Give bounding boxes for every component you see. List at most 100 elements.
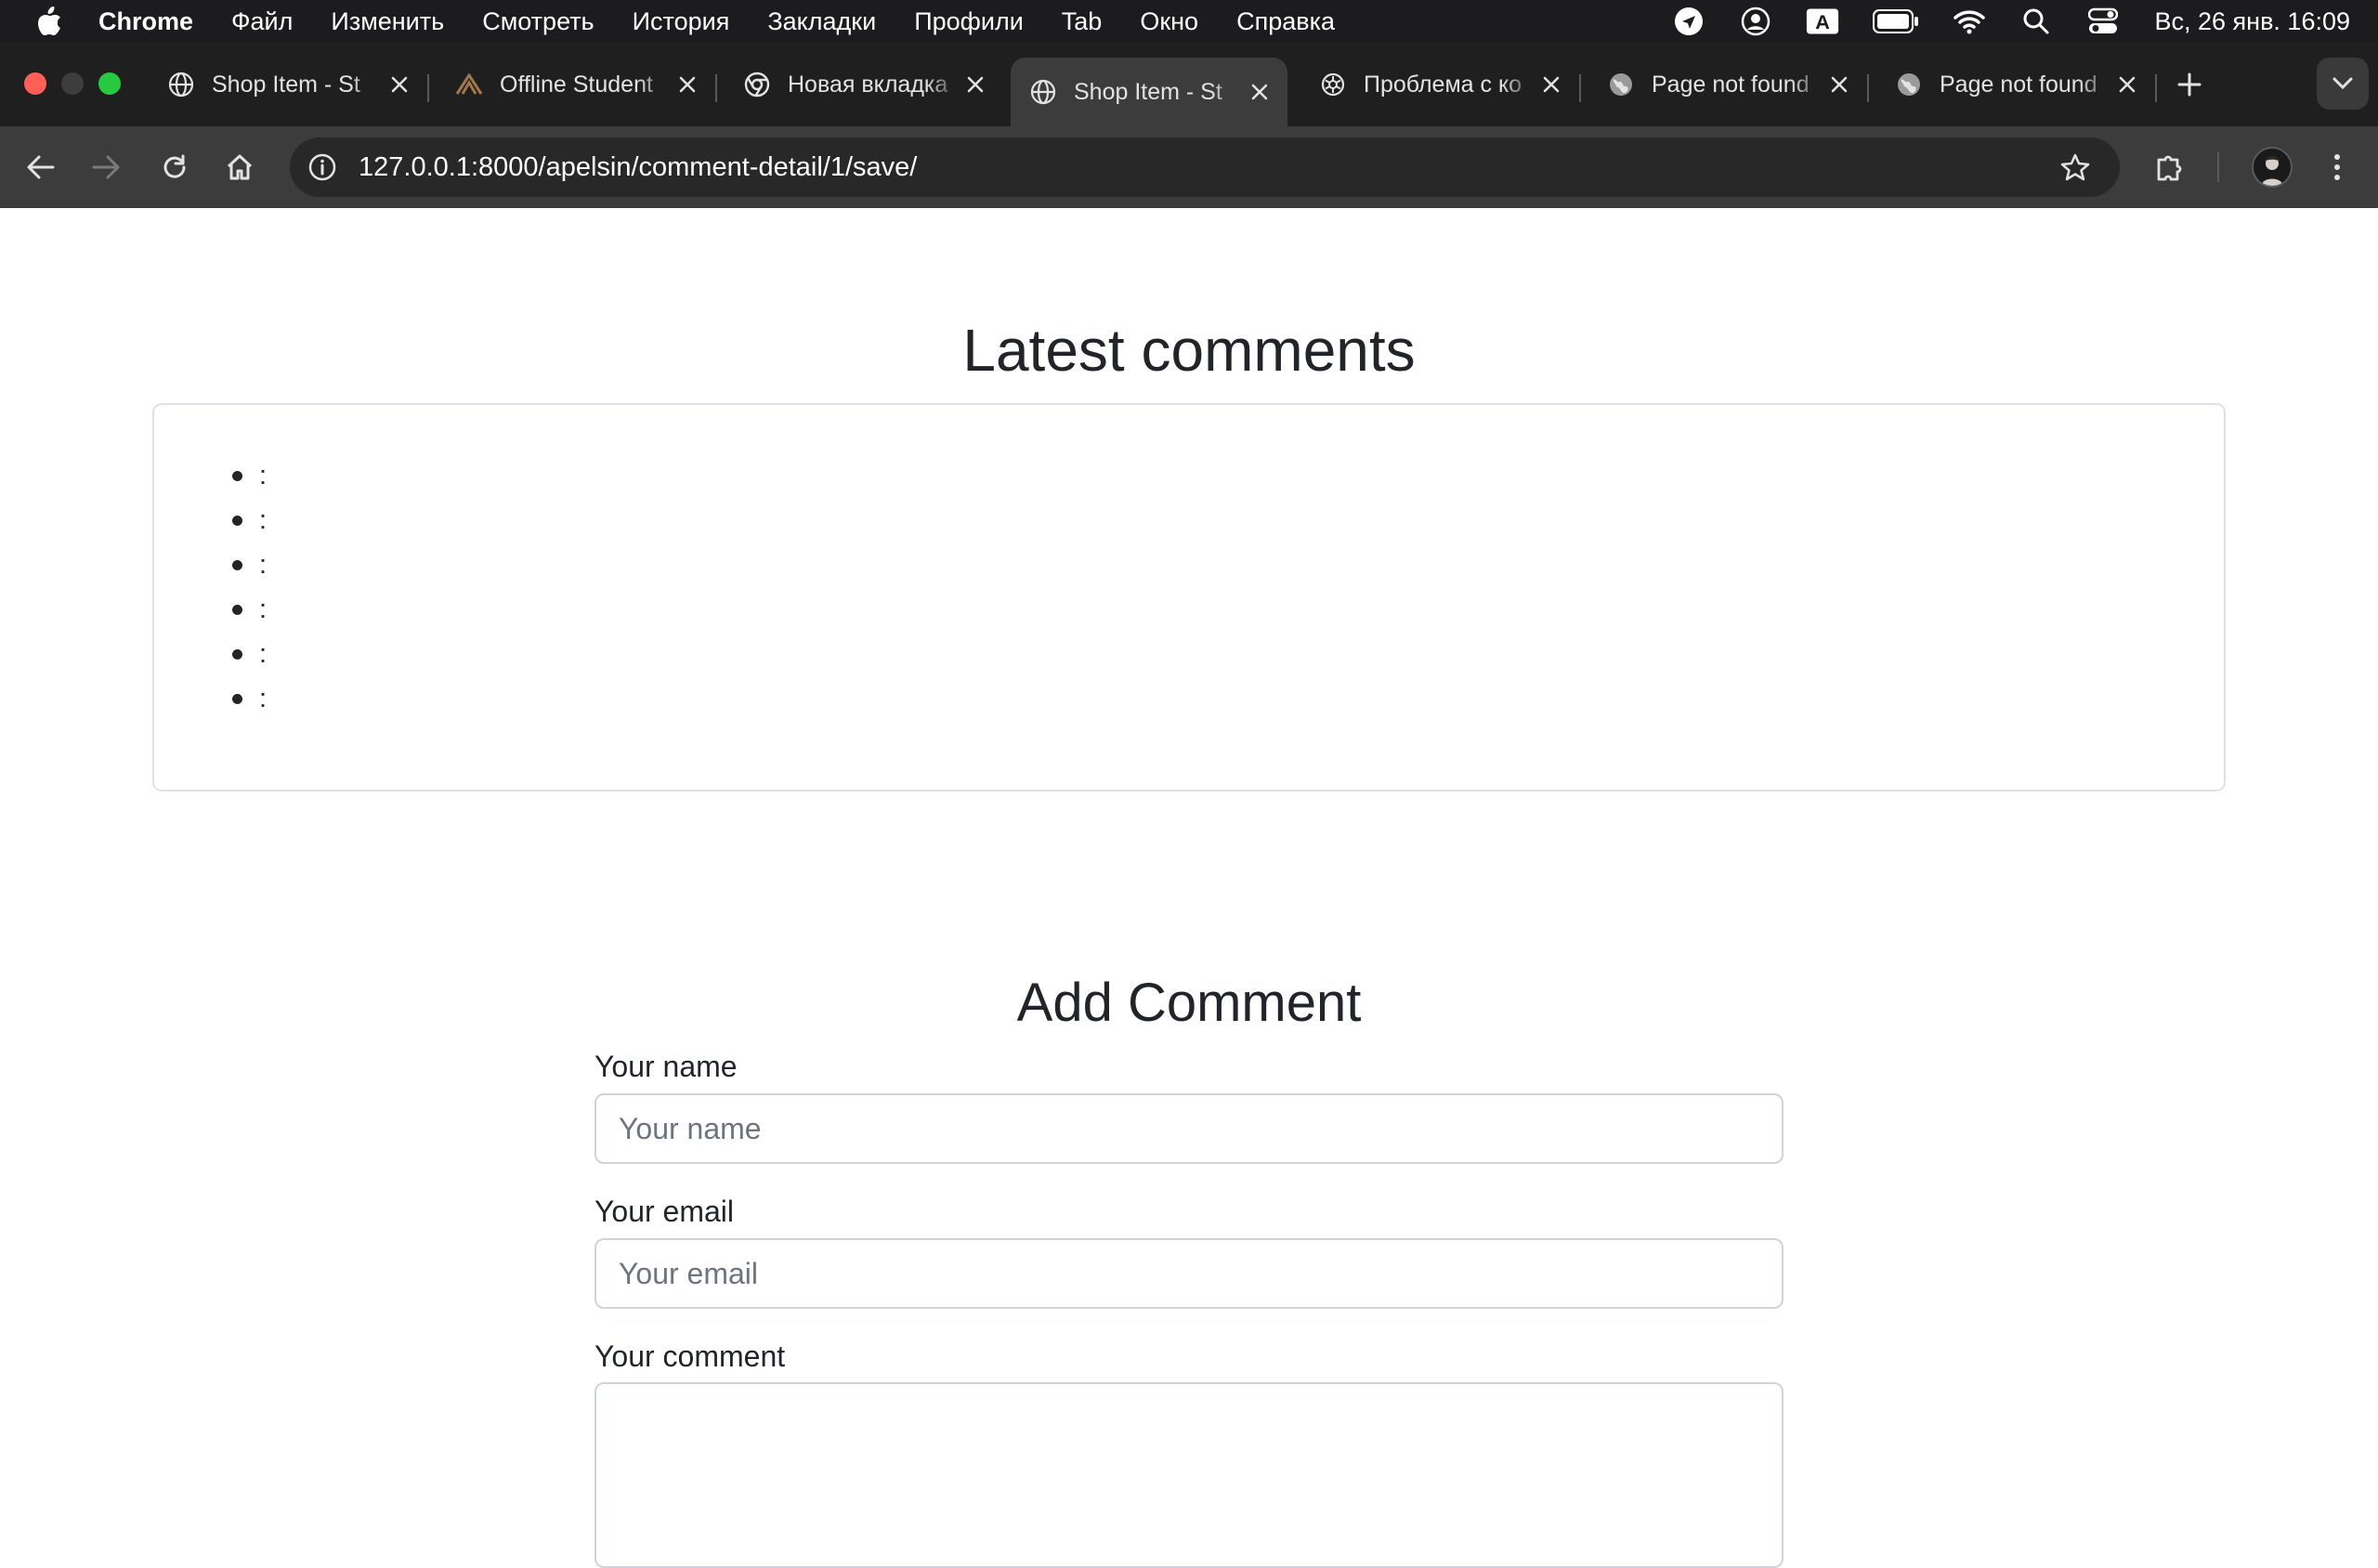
spotlight-search-icon[interactable] — [2019, 5, 2053, 38]
apple-menu-icon[interactable] — [33, 6, 65, 37]
menu-history[interactable]: История — [633, 7, 730, 36]
menu-file[interactable]: Файл — [231, 7, 293, 36]
comments-list: : : : : : : — [232, 453, 267, 721]
bookmark-star-icon[interactable] — [2057, 149, 2094, 186]
email-input[interactable] — [594, 1238, 1784, 1309]
comment-text: : — [259, 549, 268, 580]
tab-title: Shop Item - St — [212, 71, 360, 98]
tab-title: Новая вкладка — [788, 71, 948, 98]
comment-item: : — [232, 632, 267, 676]
chrome-menu-dots-icon[interactable] — [2317, 147, 2358, 188]
window-zoom-button[interactable] — [98, 72, 121, 95]
tab-page-not-found-1[interactable]: Page not found — [1588, 58, 1867, 111]
globe-icon — [167, 71, 195, 98]
comment-text: : — [259, 683, 268, 713]
menu-tab[interactable]: Tab — [1062, 7, 1103, 36]
profile-avatar[interactable] — [2252, 147, 2293, 188]
tab-close-icon[interactable] — [673, 70, 702, 99]
globe-icon — [1895, 71, 1923, 98]
bullet-icon — [232, 604, 242, 615]
menubar-clock[interactable]: Вс, 26 янв. 16:09 — [2155, 7, 2351, 36]
tab-problem-chat[interactable]: Проблема с ко — [1300, 58, 1579, 111]
comment-text: : — [259, 504, 268, 535]
site-info-icon[interactable] — [305, 150, 340, 185]
input-source-icon[interactable]: A — [1806, 5, 1839, 38]
openai-icon — [1319, 71, 1347, 98]
reload-icon[interactable] — [154, 147, 195, 188]
tab-separator — [2155, 74, 2157, 102]
input-source-letter: A — [1815, 10, 1830, 33]
tab-title: Page not found — [1652, 71, 1810, 98]
chrome-icon — [743, 71, 771, 98]
extensions-puzzle-icon[interactable] — [2149, 147, 2190, 188]
tab-close-icon[interactable] — [2112, 70, 2142, 99]
tab-new-tab[interactable]: Новая вкладка — [725, 58, 1003, 111]
globe-icon — [1029, 78, 1057, 106]
brand-icon — [455, 71, 483, 98]
menu-profiles[interactable]: Профили — [914, 7, 1024, 36]
comment-item: : — [232, 676, 267, 721]
tab-page-not-found-2[interactable]: Page not found — [1876, 58, 2155, 111]
tab-close-icon[interactable] — [1245, 77, 1274, 107]
comments-card: : : : : : : — [152, 403, 2226, 791]
latest-comments-title: Latest comments — [962, 317, 1416, 384]
comment-item: : — [232, 453, 267, 498]
forward-arrow-icon[interactable] — [85, 147, 126, 188]
tab-close-icon[interactable] — [1536, 70, 1566, 99]
menu-bookmarks[interactable]: Закладки — [767, 7, 876, 36]
tab-offline-student[interactable]: Offline Student — [437, 58, 715, 111]
menu-window[interactable]: Окно — [1140, 7, 1198, 36]
menu-view[interactable]: Смотреть — [482, 7, 594, 36]
browser-toolbar: 127.0.0.1:8000/apelsin/comment-detail/1/… — [0, 126, 2378, 208]
email-label: Your email — [594, 1195, 735, 1228]
menu-edit[interactable]: Изменить — [331, 7, 444, 36]
home-icon[interactable] — [219, 147, 260, 188]
tab-title: Shop Item - St — [1074, 78, 1222, 105]
add-comment-title: Add Comment — [1016, 973, 1362, 1033]
bullet-icon — [232, 559, 242, 570]
name-label: Your name — [594, 1050, 738, 1083]
comment-text: : — [259, 460, 268, 490]
new-tab-plus-icon[interactable] — [2170, 65, 2209, 104]
comment-text: : — [259, 638, 268, 669]
page-content: Latest comments : : : : : : Add Comment … — [0, 208, 2378, 1568]
location-arrow-icon[interactable] — [1672, 5, 1705, 38]
tab-close-icon[interactable] — [385, 70, 414, 99]
window-close-button[interactable] — [24, 72, 46, 95]
globe-icon — [1607, 71, 1635, 98]
tab-strip: Shop Item - St Offline Student Новая вкл… — [0, 43, 2378, 126]
back-arrow-icon[interactable] — [20, 147, 61, 188]
tab-shop-item-1[interactable]: Shop Item - St — [149, 58, 427, 111]
tab-separator — [427, 74, 429, 102]
comment-item: : — [232, 498, 267, 542]
tab-title: Page not found — [1940, 71, 2097, 98]
wifi-icon[interactable] — [1953, 5, 1986, 38]
tab-separator — [1867, 74, 1869, 102]
bullet-icon — [232, 693, 242, 704]
menu-help[interactable]: Справка — [1236, 7, 1335, 36]
menu-app-name[interactable]: Chrome — [98, 7, 193, 36]
tab-separator — [1579, 74, 1581, 102]
name-input[interactable] — [594, 1093, 1784, 1164]
comment-text: : — [259, 594, 268, 624]
address-bar[interactable]: 127.0.0.1:8000/apelsin/comment-detail/1/… — [290, 137, 2120, 197]
tab-close-icon[interactable] — [1824, 70, 1854, 99]
address-url[interactable]: 127.0.0.1:8000/apelsin/comment-detail/1/… — [359, 137, 917, 197]
window-minimize-button[interactable] — [61, 72, 84, 95]
tab-search-chevron-down-icon[interactable] — [2317, 58, 2369, 110]
comment-item: : — [232, 542, 267, 587]
tab-close-icon[interactable] — [960, 70, 990, 99]
control-center-icon[interactable] — [2086, 5, 2120, 38]
toolbar-divider — [2217, 152, 2219, 182]
comment-item: : — [232, 587, 267, 632]
tab-title: Offline Student — [500, 71, 653, 98]
tab-separator — [715, 74, 717, 102]
comment-textarea[interactable] — [594, 1382, 1784, 1568]
bullet-icon — [232, 470, 242, 481]
battery-icon[interactable] — [1872, 5, 1919, 38]
user-account-icon[interactable] — [1739, 5, 1772, 38]
bullet-icon — [232, 648, 242, 660]
comment-label: Your comment — [594, 1339, 786, 1373]
tab-shop-item-active[interactable]: Shop Item - St — [1011, 58, 1287, 126]
macos-menu-bar: Chrome Файл Изменить Смотреть История За… — [0, 0, 2378, 43]
